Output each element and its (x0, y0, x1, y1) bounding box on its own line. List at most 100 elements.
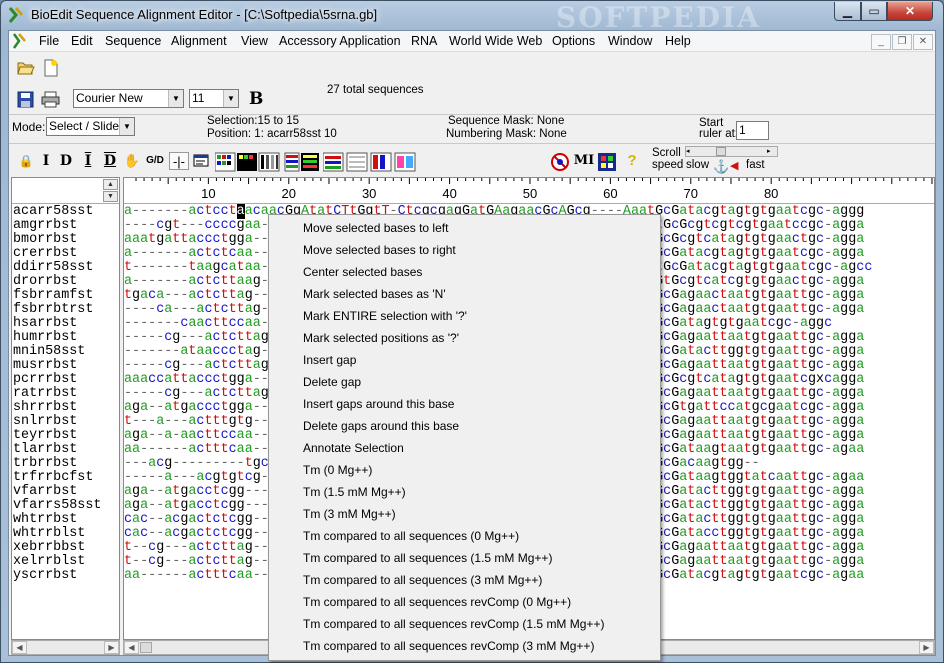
sequence-name[interactable]: whtrrbst (13, 513, 101, 527)
color-mode-icons[interactable] (215, 152, 319, 172)
print-icon[interactable] (41, 91, 60, 108)
mutual-information-button[interactable]: MI (573, 152, 595, 170)
sequence-name[interactable]: vfarrbst (13, 485, 101, 499)
context-menu-item[interactable]: Move selected bases to left (272, 217, 657, 239)
scroll-left-icon[interactable]: ◀ (124, 641, 139, 654)
sequence-name[interactable]: acarr58sst (13, 205, 101, 219)
font-size-dropdown[interactable]: 11 ▼ (189, 89, 239, 108)
mdi-minimize-button[interactable]: _ (871, 34, 891, 50)
context-menu-item[interactable]: Tm compared to all sequences (0 Mg++) (272, 525, 657, 547)
new-file-icon[interactable] (43, 59, 59, 77)
menu-window[interactable]: Window (608, 34, 652, 48)
sequence-name[interactable]: hsarrbst (13, 317, 101, 331)
save-icon[interactable] (17, 91, 34, 108)
scroll-speed-slider[interactable]: ◂ ▸ (685, 146, 778, 157)
context-menu-item[interactable]: Center selected bases (272, 261, 657, 283)
ruler-start-input[interactable]: 1 (736, 121, 769, 140)
sequence-name[interactable]: xelrrblst (13, 555, 101, 569)
context-menu-item[interactable]: Tm compared to all sequences revComp (3 … (272, 635, 657, 657)
sequence-name[interactable]: crerrbst (13, 247, 101, 261)
menu-options[interactable]: Options (552, 34, 595, 48)
sequence-name[interactable]: snlrrbst (13, 415, 101, 429)
context-menu-item[interactable]: Mark ENTIRE selection with '?' (272, 305, 657, 327)
sequence-name[interactable]: amgrrbst (13, 219, 101, 233)
scroll-right-icon[interactable]: ▶ (104, 641, 119, 654)
slider-thumb[interactable] (716, 147, 726, 156)
maximize-button[interactable]: ▭ (861, 2, 887, 21)
delete-mode-button[interactable]: D (57, 152, 75, 170)
title-bar[interactable]: BioEdit Sequence Alignment Editor - [C:\… (1, 1, 943, 34)
context-menu-item[interactable]: Insert gap (272, 349, 657, 371)
menu-world-wide-web[interactable]: World Wide Web (449, 34, 542, 48)
menu-file[interactable]: File (39, 34, 59, 48)
chevron-down-icon[interactable]: ▼ (103, 191, 118, 202)
context-menu-item[interactable]: Mark selected bases as 'N' (272, 283, 657, 305)
context-menu-item[interactable]: Tm (1.5 mM Mg++) (272, 481, 657, 503)
context-menu-item[interactable]: Move selected bases to right (272, 239, 657, 261)
context-menu-item[interactable]: Tm (0 Mg++) (272, 459, 657, 481)
delete-all-button[interactable]: D (101, 152, 119, 170)
context-menu-item[interactable]: Tm compared to all sequences revComp (1.… (272, 613, 657, 635)
context-menu-item[interactable]: Insert gaps around this base (272, 393, 657, 415)
sequence-name[interactable]: mnin58sst (13, 345, 101, 359)
sequence-name[interactable]: xebrrbbst (13, 541, 101, 555)
menu-alignment[interactable]: Alignment (171, 34, 227, 48)
context-menu-item[interactable]: Mark selected positions as '?' (272, 327, 657, 349)
help-icon[interactable]: ? (623, 152, 641, 170)
sequence-name[interactable]: vfarrs58sst (13, 499, 101, 513)
sequence-name[interactable]: trfrrbcfst (13, 471, 101, 485)
sequence-name[interactable]: fsbrrbtrst (13, 303, 101, 317)
sequence-name[interactable]: teyrrbst (13, 429, 101, 443)
scroll-left-icon[interactable]: ◀ (12, 641, 27, 654)
menu-help[interactable]: Help (665, 34, 691, 48)
menu-sequence[interactable]: Sequence (105, 34, 161, 48)
mdi-restore-button[interactable]: ❐ (892, 34, 912, 50)
context-menu-item[interactable]: Tm (3 mM Mg++) (272, 503, 657, 525)
sequence-name[interactable]: humrrbst (13, 331, 101, 345)
menu-edit[interactable]: Edit (71, 34, 93, 48)
sequence-name[interactable]: yscrrbst (13, 569, 101, 583)
mode-dropdown[interactable]: Select / Slide ▼ (46, 117, 135, 136)
menu-view[interactable]: View (241, 34, 268, 48)
sequence-name[interactable]: drorrbst (13, 275, 101, 289)
close-button[interactable]: ✕ (887, 2, 933, 21)
insert-mode-button[interactable]: I (37, 152, 55, 170)
scroll-right-icon[interactable]: ▶ (919, 641, 934, 654)
sequence-name[interactable]: pcrrrbst (13, 373, 101, 387)
sequence-name[interactable]: ratrrbst (13, 387, 101, 401)
chevron-right-icon[interactable]: ▸ (767, 147, 777, 156)
menu-accessory-application[interactable]: Accessory Application (279, 34, 401, 48)
context-menu-item[interactable]: Tm compared to all sequences revComp (0 … (272, 591, 657, 613)
sequence-names-pane[interactable]: ▲ ▼ acarr58sst amgrrbst bmorrbst crerrbst dd… (11, 177, 120, 640)
context-menu-item[interactable]: Tm compared to all sequences (1.5 mM Mg+… (272, 547, 657, 569)
sequence-name[interactable]: ddirr58sst (13, 261, 101, 275)
sequence-name[interactable]: fsbrramfst (13, 289, 101, 303)
insert-all-button[interactable]: I (79, 152, 97, 170)
sequence-name[interactable]: bmorrbst (13, 233, 101, 247)
sequence-name[interactable]: shrrrbst (13, 401, 101, 415)
menu-rna[interactable]: RNA (411, 34, 437, 48)
chevron-left-icon[interactable]: ◂ (686, 147, 696, 156)
sequence-name[interactable]: whtrrblst (13, 527, 101, 541)
context-menu-item[interactable]: Tm compared to all sequences (3 mM Mg++) (272, 569, 657, 591)
chevron-up-icon[interactable]: ▲ (103, 179, 118, 190)
slide-tool-icon[interactable]: -|- (169, 152, 189, 170)
bold-button[interactable]: B (249, 89, 263, 109)
open-folder-icon[interactable] (17, 60, 35, 76)
lock-icon[interactable]: 🔒 (17, 152, 35, 170)
sequence-name[interactable]: trbrrbst (13, 457, 101, 471)
minimize-button[interactable]: ▁ (834, 2, 861, 21)
sequence-name[interactable]: musrrbst (13, 359, 101, 373)
document-icon[interactable] (12, 33, 28, 49)
matrix-icon[interactable] (597, 152, 617, 172)
context-menu-item[interactable]: Annotate Selection (272, 437, 657, 459)
mdi-close-button[interactable]: ✕ (913, 34, 933, 50)
display-tool-icons[interactable] (323, 152, 485, 172)
context-menu-item[interactable]: Delete gap (272, 371, 657, 393)
restriction-map-icon[interactable] (550, 152, 570, 172)
names-horizontal-scrollbar[interactable]: ◀ ▶ (11, 640, 120, 655)
scrollbar-thumb[interactable] (140, 642, 152, 653)
context-menu-item[interactable]: Delete gaps around this base (272, 415, 657, 437)
hand-icon[interactable]: ✋ (123, 152, 141, 170)
window-tool-icon[interactable] (193, 153, 209, 169)
